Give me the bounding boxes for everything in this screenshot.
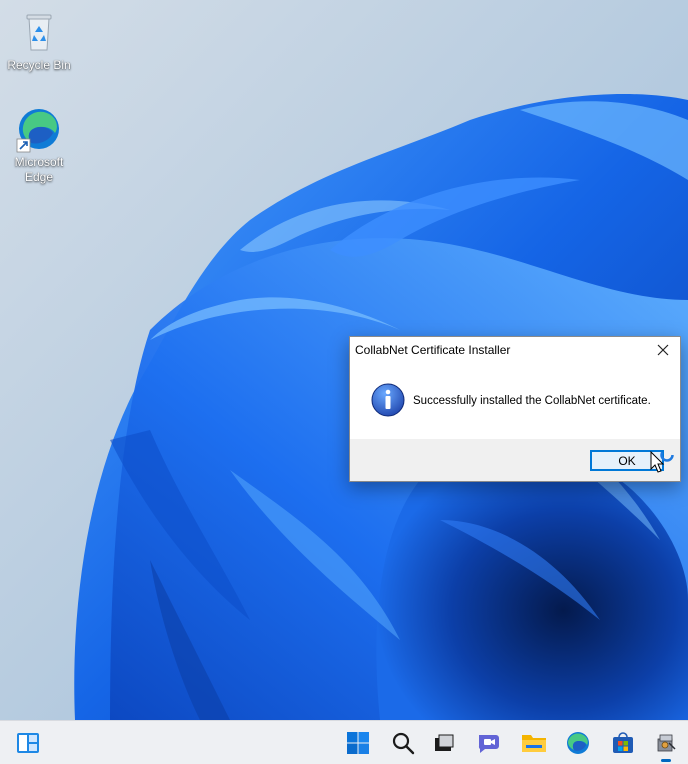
taskbar-widgets[interactable] — [12, 727, 44, 759]
desktop-icon-microsoft-edge[interactable]: Microsoft Edge — [4, 105, 74, 185]
taskbar — [0, 720, 688, 764]
edge-icon — [567, 732, 589, 754]
installer-icon — [657, 734, 676, 752]
widgets-icon — [17, 733, 39, 753]
taskbar-store[interactable] — [607, 727, 639, 759]
dialog-message: Successfully installed the CollabNet cer… — [413, 395, 651, 407]
desktop-icon-label: Recycle Bin — [7, 58, 71, 72]
dialog-titlebar[interactable]: CollabNet Certificate Installer — [350, 337, 680, 363]
taskbar-edge[interactable] — [562, 727, 594, 759]
taskbar-task-view[interactable] — [428, 727, 460, 759]
chat-icon — [478, 735, 499, 753]
close-icon — [657, 344, 669, 356]
taskbar-installer[interactable] — [650, 727, 682, 762]
store-icon — [613, 732, 633, 753]
taskbar-search[interactable] — [387, 727, 419, 759]
edge-icon — [15, 105, 63, 153]
recycle-bin-icon — [15, 8, 63, 56]
folder-icon — [522, 735, 546, 752]
info-icon — [371, 383, 405, 417]
desktop-icon-label: Microsoft Edge — [14, 155, 64, 184]
taskbar-chat[interactable] — [473, 727, 505, 759]
busy-indicator-icon — [660, 448, 674, 462]
close-button[interactable] — [646, 337, 680, 363]
dialog-title: CollabNet Certificate Installer — [355, 343, 511, 357]
message-dialog: CollabNet Certificate Installer Successf… — [349, 336, 681, 482]
taskbar-file-explorer[interactable] — [518, 727, 550, 759]
dialog-content: Successfully installed the CollabNet cer… — [350, 363, 680, 439]
task-view-icon — [435, 734, 454, 751]
windows-start-icon — [347, 732, 369, 754]
dialog-footer: OK — [350, 439, 680, 481]
search-icon — [392, 732, 415, 755]
taskbar-start[interactable] — [342, 727, 374, 759]
desktop-icon-recycle-bin[interactable]: Recycle Bin — [4, 8, 74, 73]
